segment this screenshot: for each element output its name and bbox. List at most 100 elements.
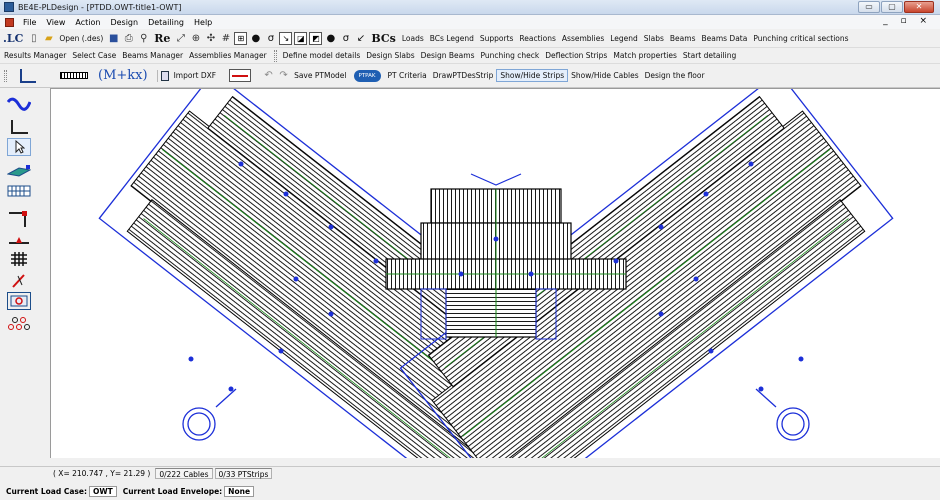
slabs-button[interactable]: Slabs [641,34,667,43]
select-arrow-icon[interactable] [7,138,31,156]
menu-help[interactable]: Help [189,18,217,27]
results-manager-button[interactable]: Results Manager [0,51,69,60]
supports-button[interactable]: Supports [477,34,517,43]
bcs-button[interactable]: BCs [368,32,398,45]
punching-check-button[interactable]: Punching check [477,51,542,60]
strip-grid-icon[interactable] [7,182,31,200]
redo-icon[interactable]: ↷ [277,69,290,82]
beams-manager-button[interactable]: Beams Manager [119,51,186,60]
undo-icon[interactable]: ↶ [262,69,275,82]
define-model-details-button[interactable]: Define model details [280,51,364,60]
match-properties-button[interactable]: Match properties [610,51,680,60]
load-status-bar: Current Load Case: OWT Current Load Enve… [0,484,940,498]
regenerate-button[interactable]: Re [151,32,173,45]
app-logo-icon [4,2,14,12]
support-tool-icon[interactable] [7,232,31,250]
new-file-icon[interactable]: ▯ [27,32,40,45]
wave-tool-icon[interactable] [7,96,31,114]
assemblies-manager-button[interactable]: Assemblies Manager [186,51,270,60]
reactions-button[interactable]: Reactions [516,34,558,43]
maximize-button[interactable]: ▢ [881,1,903,13]
bcs-legend-button[interactable]: BCs Legend [427,34,477,43]
print-icon[interactable]: ⎙ [122,32,135,45]
pen-tool-icon[interactable] [7,272,31,290]
punching-critical-sections-button[interactable]: Punching critical sections [750,34,851,43]
reaction-icon[interactable]: ● [324,32,337,45]
mkx-button[interactable]: (M+kx) [92,68,154,83]
save-ptmodel-button[interactable]: Save PTModel [291,71,349,80]
shear-icon[interactable]: ◩ [309,31,323,45]
manager-toolbar: Results Manager Select Case Beams Manage… [0,48,940,64]
red-strip-icon[interactable] [229,69,252,82]
beam-icon[interactable]: σ [264,32,277,45]
punch-tool-icon[interactable] [7,292,31,310]
import-dxf-button[interactable]: Import DXF [171,71,220,80]
toolbar-separator [156,69,158,82]
loads-button[interactable]: Loads [399,34,427,43]
moment-icon[interactable]: ◪ [294,31,308,45]
start-detailing-button[interactable]: Start detailing [680,51,739,60]
column-tool-icon[interactable] [7,210,31,228]
ruler-icon[interactable] [60,72,88,79]
load-case-label: Current Load Case: [6,486,87,496]
pt-toolbar: (M+kx) Import DXF ↶ ↷ Save PTModel PTPAK… [0,64,940,88]
beams-data-button[interactable]: Beams Data [698,34,750,43]
slab-tool-icon[interactable] [7,162,31,180]
load-envelope-label: Current Load Envelope: [122,486,223,496]
assemblies-button[interactable]: Assemblies [559,34,607,43]
zoom-icon[interactable]: ⊕ [189,32,202,45]
stress-icon[interactable]: σ [339,32,352,45]
drawing-canvas[interactable] [50,88,940,458]
title-bar: BE4E-PLDesign - [PTDD.OWT-title1-OWT] ▭ … [0,0,940,15]
zoom-window-icon[interactable]: ⤢ [174,32,187,45]
coordinate-readout: ( X= 210.747 , Y= 21.29 ) [53,469,151,478]
print-preview-icon[interactable]: ⚲ [137,32,150,45]
menu-file[interactable]: File [18,18,41,27]
menu-detailing[interactable]: Detailing [143,18,189,27]
deflection-strips-button[interactable]: Deflection Strips [542,51,610,60]
beams-button[interactable]: Beams [667,34,699,43]
load-case-button[interactable]: .LC [0,32,26,45]
menu-view[interactable]: View [41,18,70,27]
menu-bar: File View Action Design Detailing Help _… [0,15,940,29]
load-case-value[interactable]: OWT [88,485,117,497]
close-button[interactable]: ✕ [904,1,934,13]
load-envelope-value[interactable]: None [224,485,255,497]
design-slabs-button[interactable]: Design Slabs [363,51,417,60]
pt-criteria-button[interactable]: PT Criteria [385,71,430,80]
nodes-tool-icon[interactable] [7,314,31,332]
pan-icon[interactable]: ✣ [204,32,217,45]
deflection-icon[interactable]: ↘ [279,31,293,45]
toolbar-grip[interactable] [273,49,277,62]
draw-ptdes-strip-button[interactable]: DrawPTDesStrip [430,71,497,80]
left-toolbar [0,88,50,458]
open-folder-icon[interactable]: ▰ [42,32,55,45]
design-floor-button[interactable]: Design the floor [642,71,708,80]
mdi-window-controls[interactable]: _ ▫ × [883,16,932,26]
minimize-button[interactable]: ▭ [858,1,880,13]
select-case-button[interactable]: Select Case [69,51,119,60]
document-icon[interactable] [5,17,14,27]
main-toolbar: .LC ▯ ▰ Open (.des) ■ ⎙ ⚲ Re ⤢ ⊕ ✣ # ⊞ ●… [0,29,940,48]
ptpak-button[interactable]: PTPAK [353,69,381,82]
angle-icon[interactable] [20,68,36,83]
design-beams-button[interactable]: Design Beams [418,51,478,60]
zoom-extents-icon[interactable]: ⊞ [234,31,248,45]
window-controls: ▭ ▢ ✕ [858,1,934,13]
show-hide-cables-button[interactable]: Show/Hide Cables [568,71,641,80]
column-icon[interactable]: ● [249,32,262,45]
grid-icon[interactable]: # [219,32,232,45]
mesh-tool-icon[interactable] [7,250,31,268]
line-load-icon[interactable]: ↙ [354,32,367,45]
save-icon[interactable]: ■ [107,32,120,45]
legend-button[interactable]: Legend [607,34,641,43]
show-hide-strips-button[interactable]: Show/Hide Strips [496,69,569,82]
open-des-button[interactable]: Open (.des) [56,34,106,43]
menu-action[interactable]: Action [70,18,105,27]
menu-design[interactable]: Design [105,18,143,27]
angle-tool-icon[interactable] [7,118,31,136]
import-dxf-icon [160,70,169,81]
ptstrips-count: 0/33 PTStrips [214,468,273,479]
cables-count: 0/222 Cables [155,468,213,479]
toolbar-grip[interactable] [4,69,7,82]
